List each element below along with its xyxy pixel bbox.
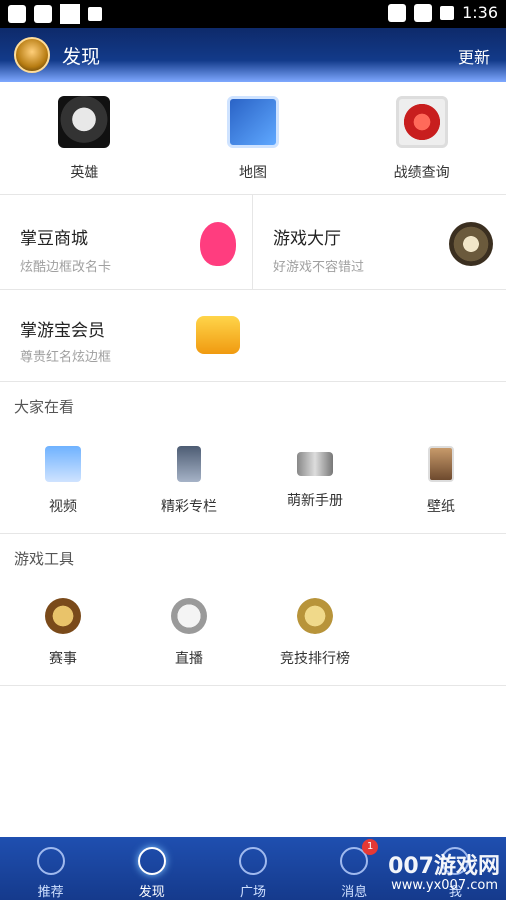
bronze-gear-icon [449, 222, 493, 266]
satellite-dish-icon [171, 598, 207, 634]
refresh-button[interactable]: 更新 [458, 44, 490, 68]
image-icon [34, 5, 52, 23]
pink-mascot-icon [200, 222, 236, 266]
tab-label: 发现 [138, 885, 165, 900]
discover-diamond-icon [137, 847, 166, 875]
grid-item-manual[interactable]: 萌新手册 [252, 446, 378, 510]
grid-item-video[interactable]: 视频 [0, 446, 126, 516]
battery-icon [440, 5, 455, 20]
grid-item-label: 壁纸 [427, 499, 455, 515]
watermark-logo: 007游戏网 [388, 854, 500, 879]
card-vip[interactable]: 掌游宝会员 尊贵红名炫边框 [0, 290, 506, 382]
page-title: 发现 [62, 46, 101, 68]
tab-recommend[interactable]: 推荐 [0, 837, 101, 900]
grid-item-label: 赛事 [49, 651, 77, 667]
gun-icon [297, 452, 333, 476]
grid-item-wallpaper[interactable]: 壁纸 [378, 446, 504, 516]
grid-item-live[interactable]: 直播 [126, 598, 252, 668]
section-divider [0, 685, 506, 686]
unread-badge: 1 [362, 839, 379, 855]
tournament-badge-icon [45, 598, 81, 634]
card-game-hall[interactable]: 游戏大厅 好游戏不容错过 [253, 194, 506, 290]
hero-item-record[interactable]: 战绩查询 [337, 82, 506, 194]
clock: 1:36 [462, 3, 498, 22]
tab-label: 广场 [240, 885, 267, 900]
grid-item-label: 视频 [49, 499, 77, 515]
watermark-url: www.yx007.com [391, 878, 498, 893]
hero-item-heroes[interactable]: 英雄 [0, 82, 169, 194]
card-shop[interactable]: 掌豆商城 炫酷边框改名卡 [0, 194, 253, 290]
hero-item-label: 英雄 [70, 165, 99, 181]
tab-label: 推荐 [37, 885, 64, 900]
grid-item-label: 直播 [175, 651, 203, 667]
wallpaper-icon [428, 446, 454, 482]
card-title: 游戏大厅 [273, 229, 341, 249]
column-book-icon [177, 446, 201, 482]
gamepad-icon [8, 5, 26, 23]
grid-item-column[interactable]: 精彩专栏 [126, 446, 252, 516]
signal-icon [414, 3, 433, 22]
overwatch-logo-icon [239, 847, 267, 875]
app-header: 发现 更新 [0, 28, 506, 82]
tab-plaza[interactable]: 广场 [202, 837, 303, 900]
hero-reaper-icon [58, 96, 111, 148]
card-subtitle: 尊贵红名炫边框 [20, 350, 112, 365]
card-title: 掌豆商城 [20, 229, 88, 249]
rank-medal-icon [297, 598, 333, 634]
card-subtitle: 好游戏不容错过 [273, 260, 365, 275]
grid-item-ranking[interactable]: 竞技排行榜 [252, 598, 378, 668]
tab-label: 消息 [341, 885, 368, 900]
bear-face-icon [36, 847, 65, 875]
section-title-watching: 大家在看 [14, 398, 75, 416]
gold-crown-icon [196, 316, 240, 354]
radar-icon [395, 96, 448, 148]
hero-item-label: 战绩查询 [393, 165, 450, 181]
grid-item-label: 萌新手册 [287, 493, 343, 509]
monitor-icon [45, 446, 81, 482]
world-map-icon [227, 96, 279, 148]
hero-item-label: 地图 [239, 165, 267, 181]
wifi-icon [388, 3, 407, 22]
a-notification-icon [88, 7, 102, 21]
grid-item-label: 竞技排行榜 [280, 651, 350, 667]
hero-row: 英雄 地图 战绩查询 [0, 82, 506, 195]
grid-item-label: 精彩专栏 [161, 499, 217, 515]
status-bar: 1:36 [0, 0, 506, 28]
hero-item-map[interactable]: 地图 [169, 82, 338, 194]
tab-discover[interactable]: 发现 [101, 837, 202, 900]
grid-item-tournament[interactable]: 赛事 [0, 598, 126, 668]
section-title-tools: 游戏工具 [14, 550, 75, 568]
card-title: 掌游宝会员 [20, 321, 105, 341]
square-notification-icon [60, 4, 80, 24]
app-logo-icon[interactable] [14, 37, 50, 73]
card-subtitle: 炫酷边框改名卡 [20, 260, 112, 275]
section-divider [0, 533, 506, 534]
